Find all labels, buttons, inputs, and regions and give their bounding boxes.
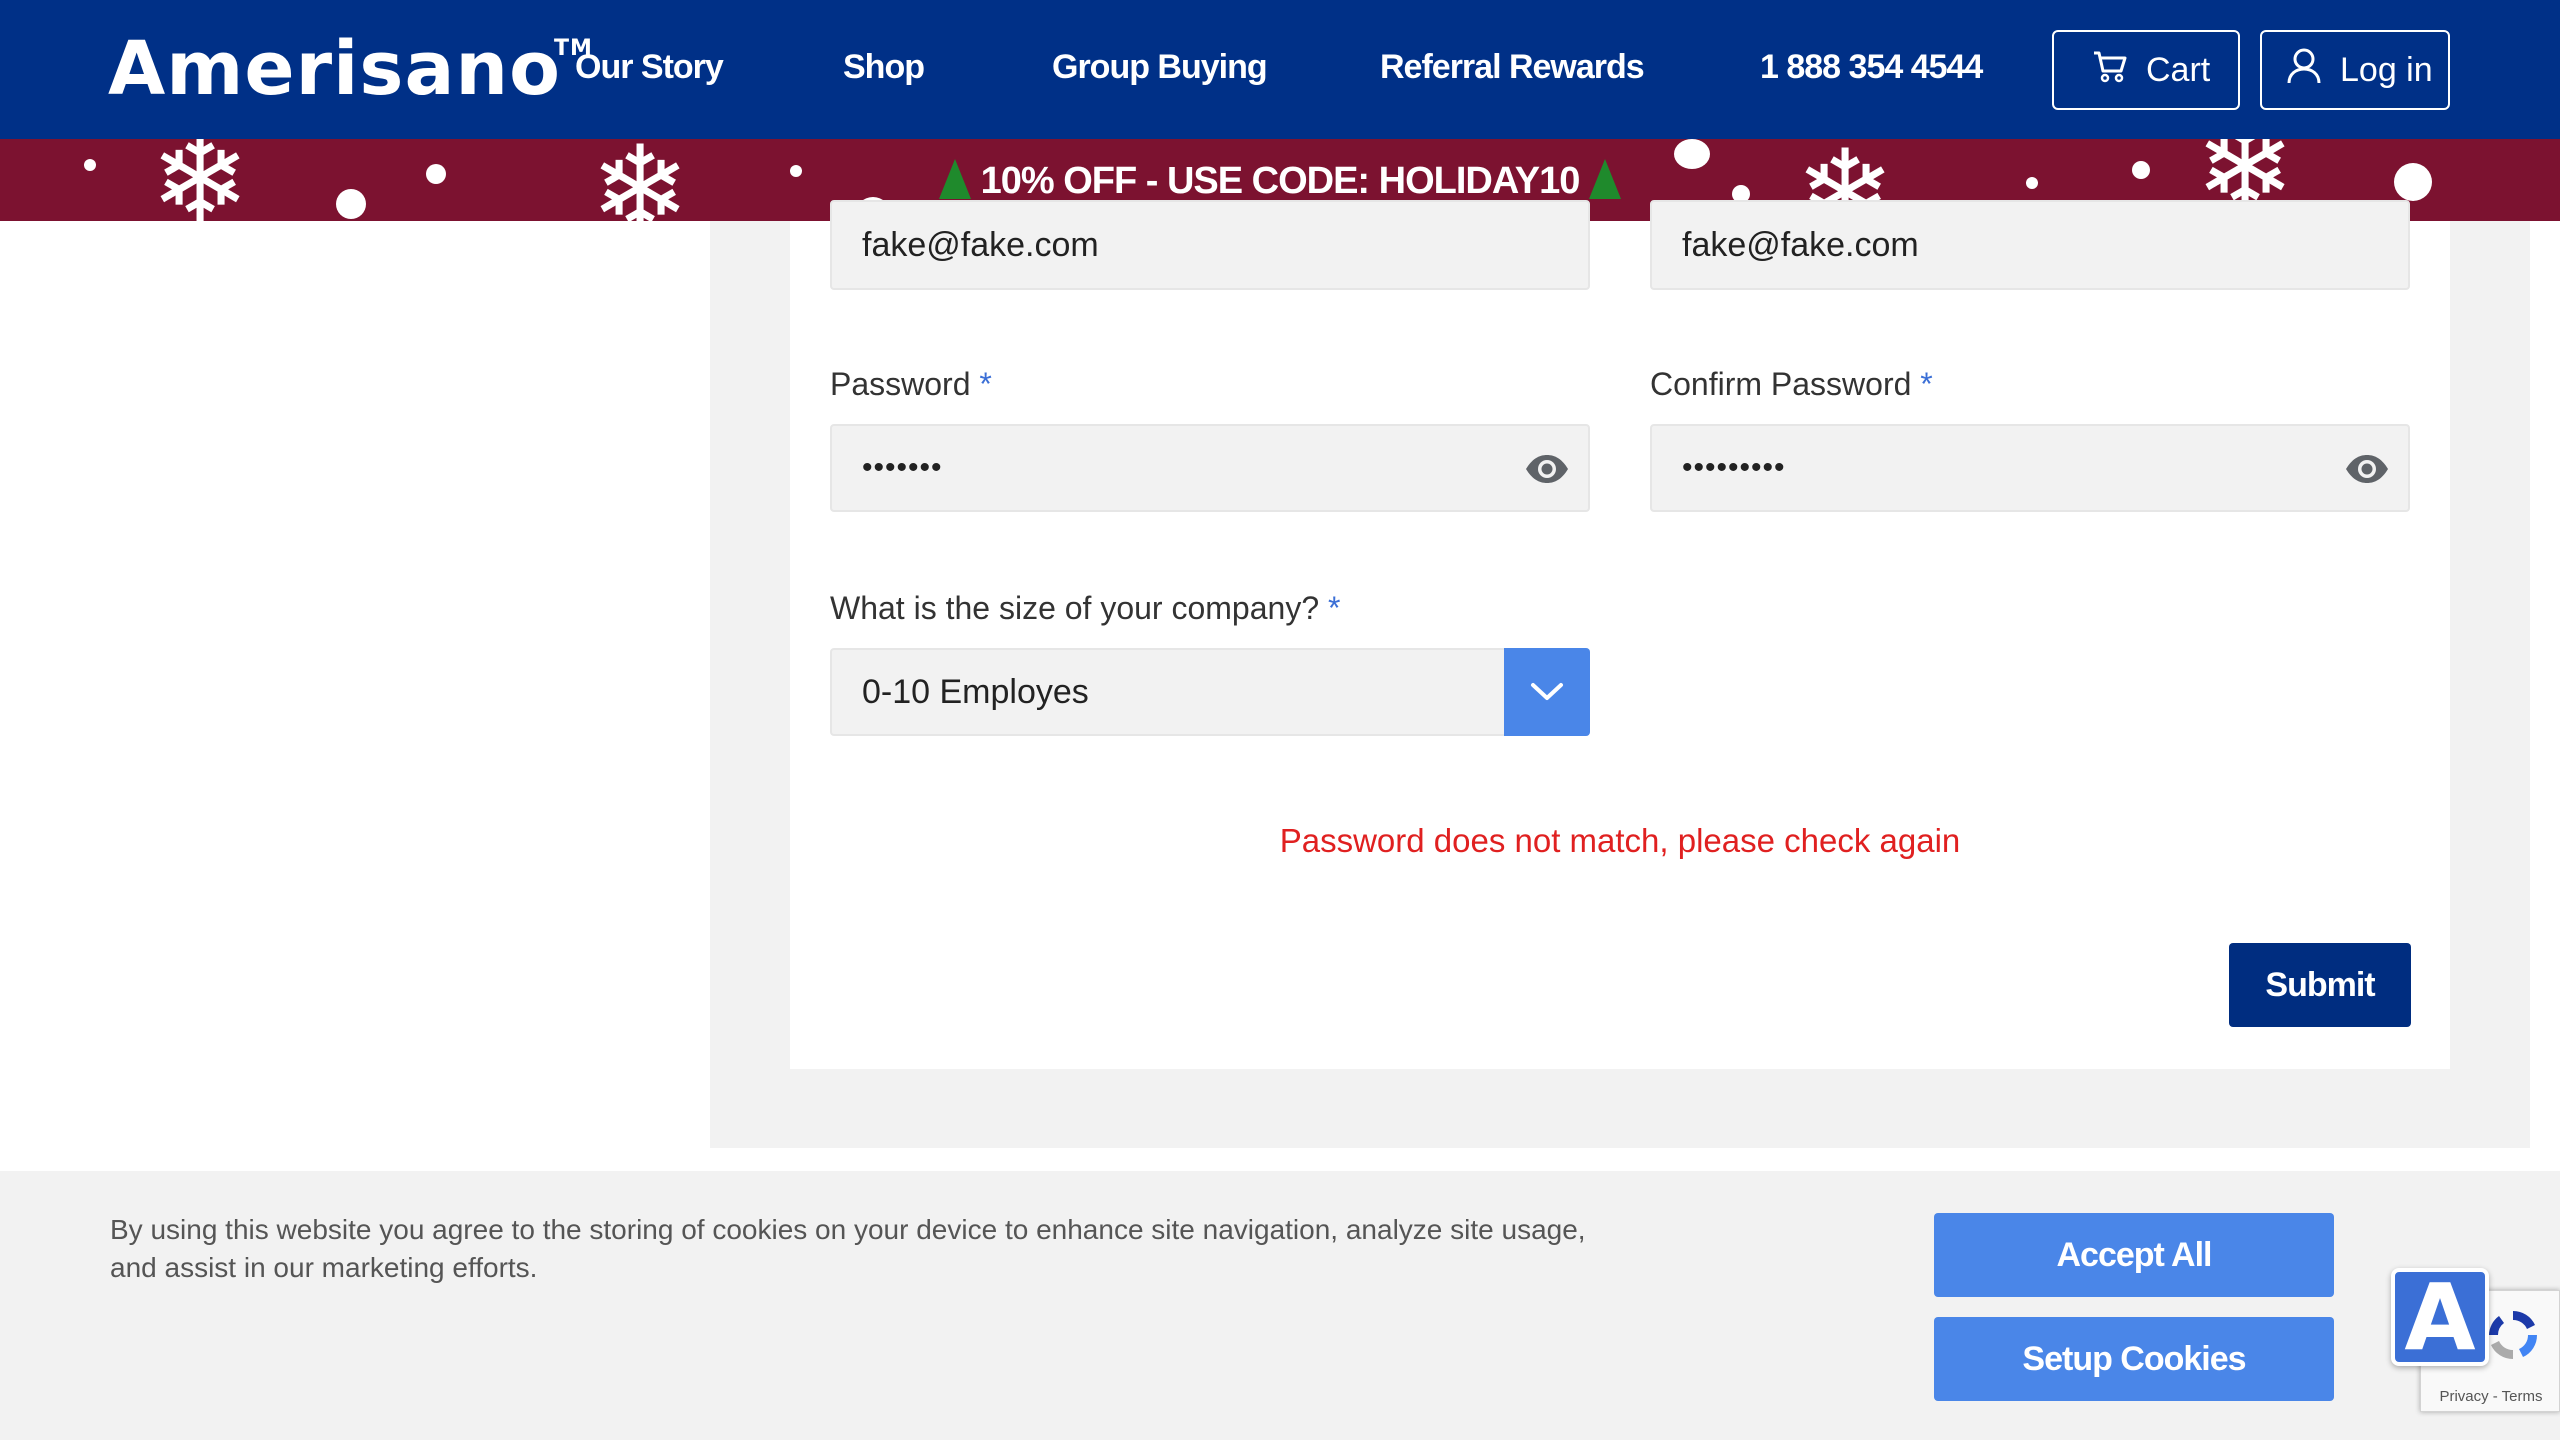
login-label: Log in	[2340, 50, 2433, 89]
required-mark: *	[1328, 590, 1341, 626]
password-value: •••••••	[862, 451, 943, 484]
nav-our-story[interactable]: Our Story	[575, 48, 724, 87]
nav-referral-rewards[interactable]: Referral Rewards	[1380, 48, 1645, 87]
login-button[interactable]: Log in	[2260, 30, 2450, 110]
nav-phone[interactable]: 1 888 354 4544	[1760, 48, 1983, 87]
email-value: fake@fake.com	[862, 225, 1099, 264]
password-field[interactable]: •••••••	[830, 424, 1590, 512]
password-label: Password *	[830, 366, 992, 403]
cart-button[interactable]: Cart	[2052, 30, 2240, 110]
amerisano-logo[interactable]: Amerisano TM	[108, 26, 592, 112]
left-blank-column	[0, 221, 710, 1171]
christmas-tree-icon	[938, 159, 971, 199]
confirm-password-field[interactable]: •••••••••	[1650, 424, 2410, 512]
site-header: Amerisano TM Our Story Shop Group Buying …	[0, 0, 2560, 139]
nav-group-buying[interactable]: Group Buying	[1052, 48, 1268, 87]
company-size-value: 0-10 Employes	[862, 672, 1089, 711]
submit-button[interactable]: Submit	[2229, 943, 2411, 1027]
chevron-down-icon[interactable]	[1504, 648, 1590, 736]
christmas-tree-icon	[1589, 159, 1622, 199]
required-mark: *	[1920, 366, 1933, 402]
user-icon	[2286, 47, 2340, 94]
password-label-text: Password	[830, 366, 971, 402]
confirm-password-value: •••••••••	[1682, 451, 1786, 484]
nav-shop[interactable]: Shop	[843, 48, 925, 87]
confirm-password-label-text: Confirm Password	[1650, 366, 1912, 402]
company-size-select[interactable]: 0-10 Employes	[830, 648, 1590, 736]
show-password-eye-icon[interactable]	[1524, 450, 1570, 497]
cart-label: Cart	[2146, 50, 2211, 89]
accept-all-cookies-button[interactable]: Accept All	[1934, 1213, 2334, 1297]
promo-text: 10% OFF - USE CODE: HOLIDAY10	[980, 160, 1581, 202]
show-confirm-password-eye-icon[interactable]	[2344, 450, 2390, 497]
setup-cookies-button[interactable]: Setup Cookies	[1934, 1317, 2334, 1401]
company-size-label-text: What is the size of your company?	[830, 590, 1320, 626]
promo-text-wrapper: 10% OFF - USE CODE: HOLIDAY10	[0, 159, 2560, 203]
accessibility-widget-button[interactable]: A	[2391, 1264, 2489, 1371]
password-mismatch-error: Password does not match, please check ag…	[1279, 822, 1961, 859]
signup-form-card	[790, 221, 2450, 1069]
cart-icon	[2092, 49, 2146, 92]
email-field[interactable]: fake@fake.com	[830, 200, 1590, 290]
confirm-password-label: Confirm Password *	[1650, 366, 1933, 403]
company-size-label: What is the size of your company? *	[830, 590, 1340, 627]
required-mark: *	[979, 366, 992, 402]
confirm-email-field[interactable]: fake@fake.com	[1650, 200, 2410, 290]
cookie-consent-text: By using this website you agree to the s…	[110, 1214, 1586, 1283]
recaptcha-icon	[2483, 1305, 2543, 1370]
confirm-email-value: fake@fake.com	[1682, 225, 1919, 264]
logo-text: Amerisano	[108, 26, 561, 112]
recaptcha-terms-link[interactable]: Privacy - Terms	[2421, 1388, 2560, 1405]
